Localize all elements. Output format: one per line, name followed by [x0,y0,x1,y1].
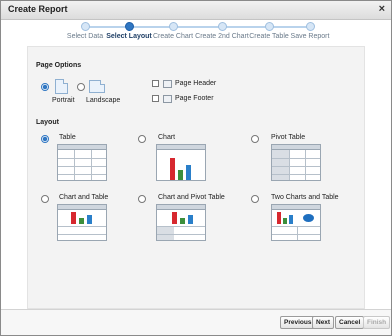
step-dot [264,22,274,31]
dialog-title: Create Report [8,4,68,14]
thumb-bar-red [71,212,76,224]
layout-chart-and-pivot-table-radio[interactable] [138,195,146,203]
grid-line [297,226,298,240]
layout-pivot-table-thumbnail[interactable] [271,144,321,181]
layout-chart-and-table-radio[interactable] [41,195,49,203]
page-footer-label: Page Footer [175,95,214,102]
landscape-radio[interactable] [77,83,85,91]
layout-chart-and-table-label: Chart and Table [59,194,109,201]
thumb-header [157,145,205,150]
layout-chart-and-pivot-table-thumbnail[interactable] [156,204,206,241]
thumb-header [58,145,106,150]
close-icon[interactable]: × [379,3,385,15]
next-button[interactable]: Next [312,316,335,329]
step-dot [168,22,178,31]
pivot-row-headers [157,226,174,240]
grid-line [272,158,320,159]
grid-line [157,226,205,227]
finish-button[interactable]: Finish [363,316,391,329]
layout-two-charts-and-table-label: Two Charts and Table [271,194,339,201]
step-dot [124,22,134,31]
dialog-titlebar: Create Report × [1,1,391,20]
grid-line [58,166,106,167]
page-header-icon [163,80,172,88]
layout-pivot-table-label: Pivot Table [271,134,306,141]
grid-line [272,166,320,167]
thumb-bar-green [283,218,287,224]
layout-panel: Page Options Portrait Landscape Page Hea… [27,46,365,309]
layout-table-label: Table [59,134,76,141]
wizard-step-save-report: Save Report [277,20,343,40]
layout-two-charts-and-table-radio[interactable] [251,195,259,203]
thumb-header [272,205,320,210]
grid-line [272,226,320,227]
layout-chart-label: Chart [158,134,176,141]
grid-line [58,174,106,175]
layout-chart-radio[interactable] [138,135,146,143]
thumb-bar-green [178,170,183,180]
page-header-label: Page Header [175,80,217,87]
layout-chart-and-table-thumbnail[interactable] [57,204,107,241]
layout-pivot-table-radio[interactable] [251,135,259,143]
layout-heading: Layout [36,119,59,126]
layout-table-thumbnail[interactable] [57,144,107,181]
grid-line [272,234,320,235]
step-label: Save Report [290,33,330,40]
portrait-label: Portrait [52,97,75,104]
grid-line [58,234,106,235]
grid-line [272,174,320,175]
thumb-bar-blue [188,215,193,224]
thumb-bar-green [79,218,84,224]
grid-line [157,234,205,235]
portrait-radio[interactable] [41,83,49,91]
grid-line [305,150,306,180]
layout-table-radio[interactable] [41,135,49,143]
thumb-bar-red [277,212,281,224]
thumb-bar-red [172,212,177,224]
step-dot [217,22,227,31]
page-options-heading: Page Options [36,62,82,69]
grid-line [74,150,75,180]
grid-line [58,226,106,227]
step-dot [305,22,315,31]
page-footer-checkbox[interactable] [152,95,159,102]
thumb-bar-blue [289,215,293,224]
wizard-progress: Select Data Select Layout Create Chart C… [1,20,391,46]
thumb-bar-green [180,218,185,224]
thumb-pie [303,214,314,222]
pivot-row-headers [272,150,289,180]
grid-line [91,150,92,180]
cancel-button[interactable]: Cancel [335,316,365,329]
landscape-page-icon [89,80,105,93]
landscape-label: Landscape [86,97,121,104]
layout-two-charts-and-table-thumbnail[interactable] [271,204,321,241]
portrait-page-icon [55,79,68,94]
previous-button[interactable]: Previous [280,316,316,329]
thumb-bar-blue [186,165,191,180]
thumb-header [157,205,205,210]
thumb-bar-blue [87,215,92,224]
grid-line [289,150,290,180]
thumb-bar-red [170,158,175,180]
dialog-footer: Previous Next Cancel Finish [1,309,391,335]
thumb-header [58,205,106,210]
grid-line [58,158,106,159]
page-header-checkbox[interactable] [152,80,159,87]
create-report-dialog: Create Report × Select Data Select Layou… [0,0,392,336]
layout-chart-thumbnail[interactable] [156,144,206,181]
page-footer-icon [163,95,172,103]
step-dot [80,22,90,31]
layout-chart-and-pivot-table-label: Chart and Pivot Table [158,194,225,201]
